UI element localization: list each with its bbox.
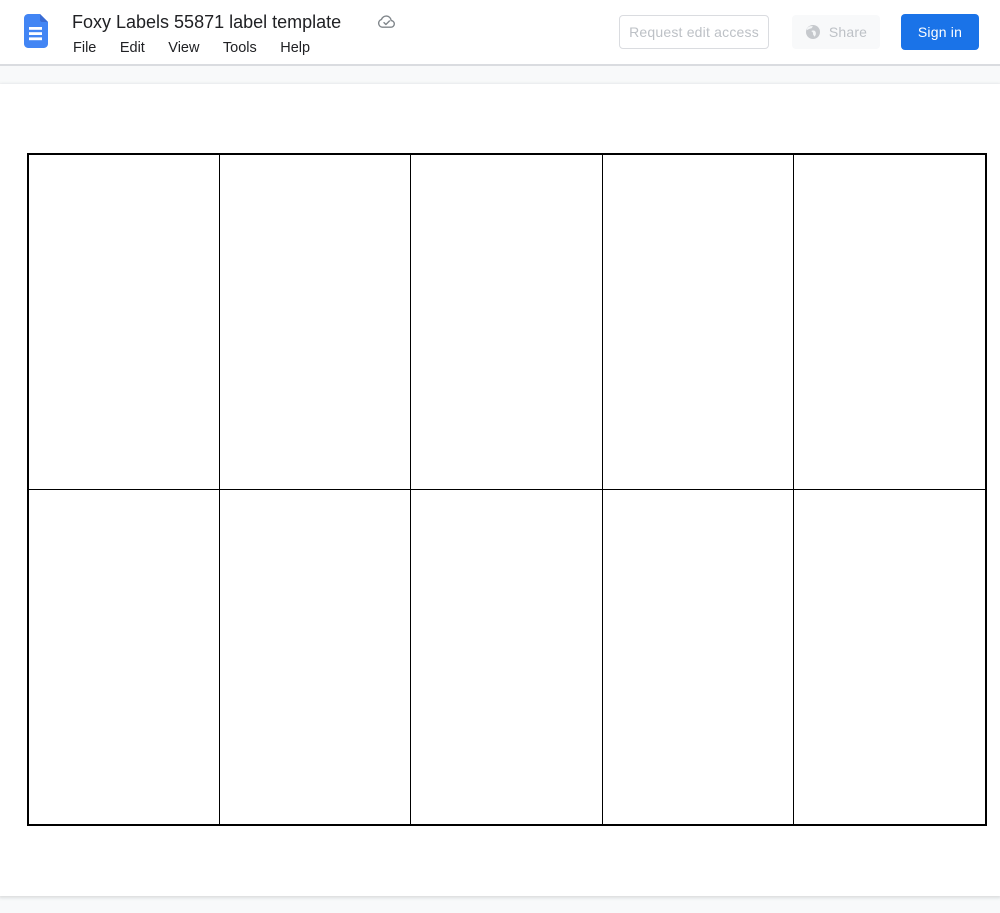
document-title[interactable]: Foxy Labels 55871 label template	[72, 10, 341, 34]
label-table	[27, 153, 987, 826]
label-cell[interactable]	[411, 155, 603, 490]
document-canvas	[0, 66, 1000, 913]
cloud-check-icon[interactable]	[377, 13, 396, 32]
menu-edit[interactable]: Edit	[120, 38, 145, 58]
menu-file[interactable]: File	[73, 38, 96, 58]
label-cell[interactable]	[793, 155, 985, 490]
app-header: Foxy Labels 55871 label template File Ed…	[0, 0, 1000, 66]
label-cell[interactable]	[602, 489, 794, 824]
request-edit-access-label: Request edit access	[629, 24, 759, 40]
menu-view[interactable]: View	[168, 38, 199, 58]
share-button[interactable]: Share	[792, 15, 880, 49]
label-cell[interactable]	[220, 489, 412, 824]
label-cell[interactable]	[793, 489, 985, 824]
google-docs-icon[interactable]	[24, 14, 48, 48]
share-label: Share	[828, 24, 868, 40]
globe-icon	[805, 24, 821, 40]
menu-tools[interactable]: Tools	[223, 38, 257, 58]
label-cell[interactable]	[29, 155, 221, 490]
label-cell[interactable]	[29, 489, 221, 824]
document-page[interactable]	[0, 84, 1000, 896]
sign-in-label: Sign in	[917, 24, 963, 40]
menubar: File Edit View Tools Help	[73, 38, 329, 58]
app-window: Foxy Labels 55871 label template File Ed…	[0, 0, 1000, 913]
label-cell[interactable]	[602, 155, 794, 490]
label-cell[interactable]	[220, 155, 412, 490]
sign-in-button[interactable]: Sign in	[901, 14, 979, 50]
label-cell[interactable]	[411, 489, 603, 824]
menu-help[interactable]: Help	[280, 38, 310, 58]
request-edit-access-button[interactable]: Request edit access	[619, 15, 769, 49]
